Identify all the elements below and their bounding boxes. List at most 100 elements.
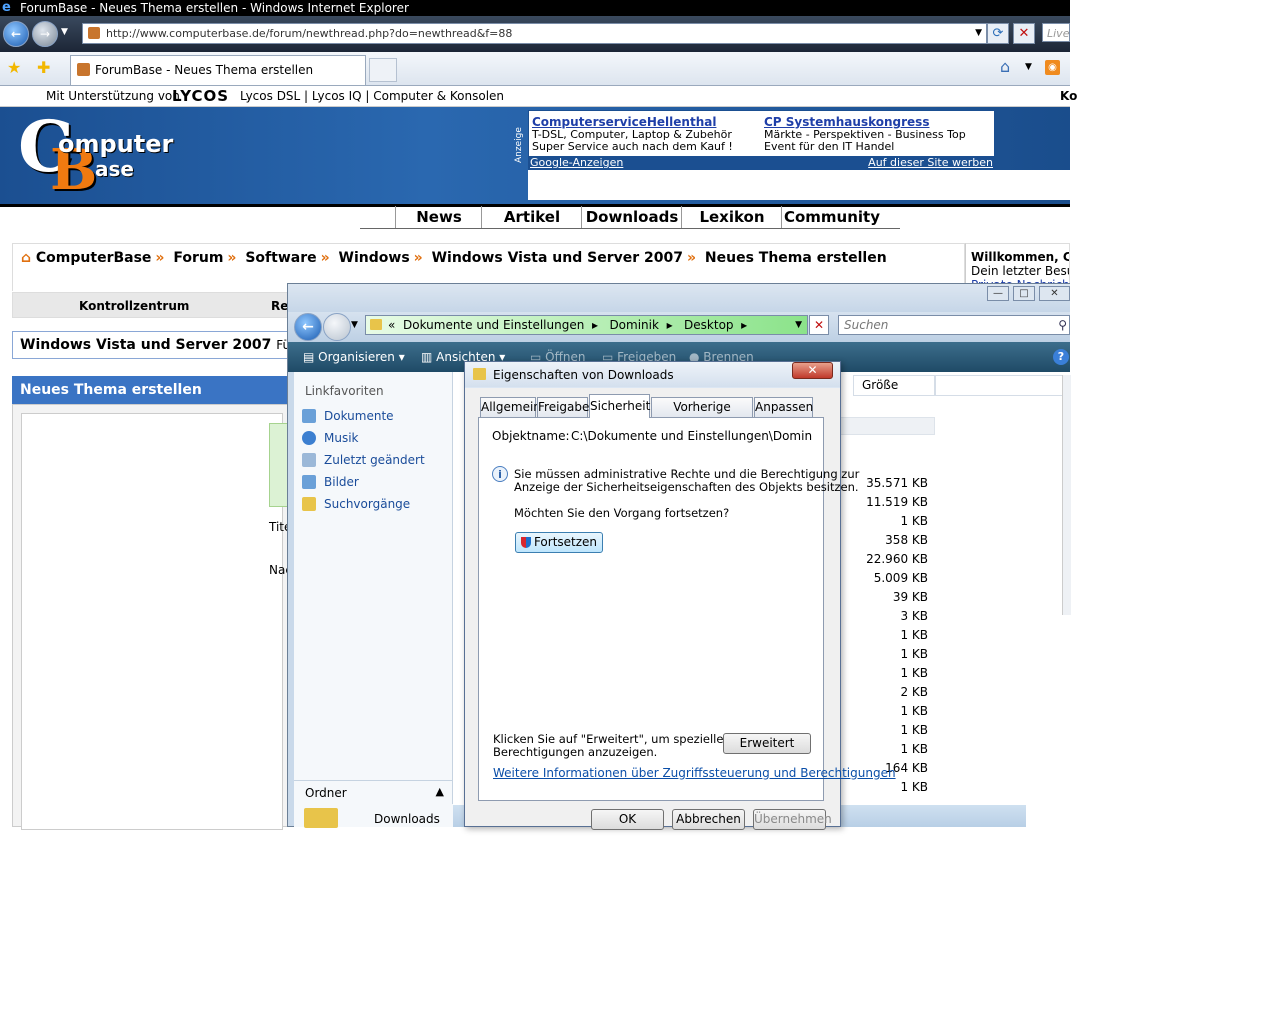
explorer-forward-button[interactable] xyxy=(323,313,351,341)
access-control-info-link[interactable]: Weitere Informationen über Zugriffssteue… xyxy=(493,766,896,780)
google-ads-link[interactable]: Google-Anzeigen xyxy=(530,156,623,170)
back-button[interactable]: ← xyxy=(3,21,29,47)
search-icon[interactable]: ⚲ xyxy=(1058,316,1067,334)
explorer-path-bar[interactable]: « Dokumente und Einstellungen ▸ Dominik … xyxy=(365,315,808,335)
path-segment-1[interactable]: Dokumente und Einstellungen xyxy=(403,318,584,332)
tab-allgemein[interactable]: Allgemein xyxy=(480,397,541,417)
breadcrumb-computerbase[interactable]: ComputerBase xyxy=(36,250,152,266)
column-size-header[interactable]: Größe xyxy=(853,375,935,396)
organize-label: Organisieren xyxy=(318,350,395,364)
explorer-title-bar[interactable] xyxy=(288,284,1070,312)
dialog-title-bar[interactable]: Eigenschaften von Downloads xyxy=(465,362,840,387)
live-search-input[interactable]: Live xyxy=(1042,23,1070,42)
folder-downloads[interactable]: Downloads xyxy=(294,804,466,828)
favorites-center-icon[interactable]: ★ xyxy=(7,58,21,77)
add-favorite-icon[interactable]: ✚ xyxy=(37,58,50,77)
path-segment-2[interactable]: Dominik xyxy=(609,318,659,332)
explorer-close-button[interactable]: ✕ xyxy=(1039,286,1070,301)
tab-forumbase[interactable]: ForumBase - Neues Thema erstellen xyxy=(70,55,366,85)
nav-artikel[interactable]: Artikel xyxy=(481,206,582,228)
music-icon xyxy=(302,431,316,445)
breadcrumb-separator-icon: » xyxy=(320,250,330,266)
path-dropdown-icon[interactable]: ▼ xyxy=(795,316,802,334)
file-list-group-bar xyxy=(840,417,935,435)
tab-vorherige-versionen[interactable]: Vorherige Versionen xyxy=(651,397,753,432)
path-overflow-icon[interactable]: « xyxy=(388,318,395,332)
advanced-button[interactable]: Erweitert xyxy=(723,733,811,754)
rss-feed-icon[interactable]: ◉ xyxy=(1045,60,1060,75)
breadcrumb-windows[interactable]: Windows xyxy=(339,250,410,266)
cancel-button[interactable]: Abbrechen xyxy=(672,809,745,830)
folders-label: Ordner xyxy=(305,786,347,800)
nav-news[interactable]: News xyxy=(395,206,482,228)
fav-musik[interactable]: Musik xyxy=(324,431,359,445)
fav-dokumente[interactable]: Dokumente xyxy=(324,409,394,423)
window-title: ForumBase - Neues Thema erstellen - Wind… xyxy=(20,1,409,15)
home-dropdown-icon[interactable]: ▼ xyxy=(1025,62,1032,72)
home-icon[interactable]: ⌂ xyxy=(21,250,31,266)
fav-bilder[interactable]: Bilder xyxy=(324,475,359,489)
organize-menu[interactable]: ▤ Organisieren ▾ xyxy=(303,350,405,364)
maximize-button[interactable]: □ xyxy=(1013,286,1035,301)
column-header-empty[interactable] xyxy=(935,375,1065,396)
folders-toggle[interactable]: Ordner ▲ xyxy=(294,780,452,805)
forward-button[interactable]: → xyxy=(32,21,58,47)
ad1-line2: Super Service auch nach dem Kauf ! xyxy=(532,140,733,153)
continue-button[interactable]: Fortsetzen xyxy=(515,532,603,553)
file-size-cell: 3 KB xyxy=(900,609,928,623)
file-list-scrollbar[interactable] xyxy=(1062,375,1071,615)
tab-sicherheit[interactable]: Sicherheit xyxy=(589,394,650,418)
logo-text-ase[interactable]: ase xyxy=(95,157,134,181)
ad2-title-link[interactable]: CP Systemhauskongress xyxy=(764,115,929,129)
path-clear-button[interactable]: ✕ xyxy=(809,315,829,335)
lycos-bar: Mit Unterstützung von LYCOS Lycos DSL | … xyxy=(0,86,1077,107)
address-dropdown-icon[interactable]: ▼ xyxy=(975,24,982,43)
explorer-history-dropdown-icon[interactable]: ▼ xyxy=(351,320,358,330)
tab-anpassen[interactable]: Anpassen xyxy=(754,397,813,417)
explorer-search-input[interactable]: Suchen ⚲ xyxy=(838,315,1070,335)
path-segment-3[interactable]: Desktop xyxy=(684,318,734,332)
tab-freigabe[interactable]: Freigabe xyxy=(537,397,589,417)
ok-button[interactable]: OK xyxy=(591,809,664,830)
address-field[interactable]: http://www.computerbase.de/forum/newthre… xyxy=(82,23,987,44)
ad-footer: Google-Anzeigen Auf dieser Site werben xyxy=(528,156,995,170)
explorer-back-button[interactable]: ← xyxy=(294,313,322,341)
stop-button[interactable]: ✕ xyxy=(1013,23,1035,44)
home-icon[interactable]: ⌂ xyxy=(1000,57,1010,76)
fav-zuletzt[interactable]: Zuletzt geändert xyxy=(324,453,425,467)
breadcrumb-forum[interactable]: Forum xyxy=(173,250,223,266)
file-size-cell: 1 KB xyxy=(900,628,928,642)
file-size-cell: 1 KB xyxy=(900,647,928,661)
file-size-cell: 5.009 KB xyxy=(873,571,928,585)
advertise-link[interactable]: Auf dieser Site werben xyxy=(868,156,993,170)
dialog-close-button[interactable]: ✕ xyxy=(792,362,833,379)
folder-icon xyxy=(304,808,338,828)
nav-community[interactable]: Community xyxy=(781,206,882,228)
ad1-title-link[interactable]: ComputerserviceHellenthal xyxy=(532,115,716,129)
tab-favicon-icon xyxy=(77,63,90,76)
file-size-cell: 2 KB xyxy=(900,685,928,699)
nav-downloads[interactable]: Downloads xyxy=(581,206,682,228)
apply-button[interactable]: Übernehmen xyxy=(753,809,832,830)
new-tab-button[interactable] xyxy=(369,58,397,82)
fav-suchvorgaenge[interactable]: Suchvorgänge xyxy=(324,497,410,511)
logo-text-omputer[interactable]: omputer xyxy=(58,130,173,158)
pictures-icon xyxy=(302,475,316,489)
lycos-links[interactable]: Lycos DSL | Lycos IQ | Computer & Konsol… xyxy=(240,86,504,106)
ad-label: Anzeige xyxy=(514,127,524,163)
lycos-logo[interactable]: LYCOS xyxy=(172,86,229,106)
recent-pages-dropdown-icon[interactable]: ▼ xyxy=(61,27,68,37)
breadcrumb-software[interactable]: Software xyxy=(245,250,316,266)
minimize-button[interactable]: — xyxy=(987,286,1009,301)
breadcrumb-vista[interactable]: Windows Vista und Server 2007 xyxy=(432,250,683,266)
folder-icon xyxy=(370,319,382,330)
kontrollzentrum-link[interactable]: Kontrollzentrum xyxy=(79,299,189,313)
welcome-line2: Dein letzter Besu xyxy=(971,264,1070,278)
nav-lexikon[interactable]: Lexikon xyxy=(681,206,782,228)
collapse-icon[interactable]: ▲ xyxy=(436,785,444,798)
blank-area xyxy=(1026,667,1070,827)
form-side-panel xyxy=(21,413,283,830)
refresh-button[interactable]: ⟳ xyxy=(987,23,1009,44)
help-icon[interactable]: ? xyxy=(1053,349,1069,365)
control-bar-cut-link[interactable]: Re xyxy=(271,299,288,313)
